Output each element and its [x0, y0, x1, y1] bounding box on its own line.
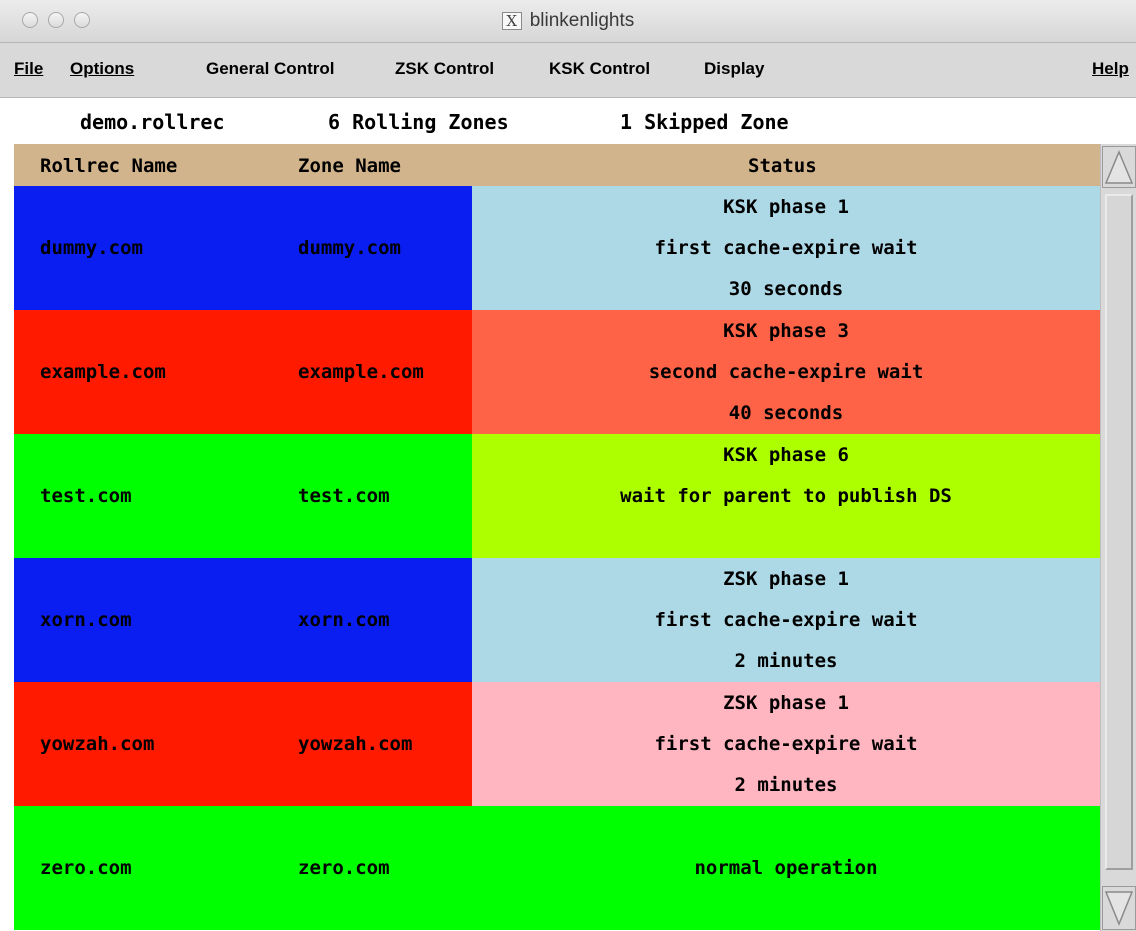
zone-status-table: Rollrec Name Zone Name Status dummy.com d… [14, 144, 1100, 931]
rollrec-name: zero.com [40, 857, 132, 879]
status-line: ZSK phase 1 [723, 692, 849, 714]
zone-name: zero.com [298, 857, 390, 879]
status-cell: KSK phase 6 wait for parent to publish DS [472, 434, 1100, 558]
zone-name-cell: test.com test.com [14, 434, 472, 558]
table-row[interactable]: example.com example.com KSK phase 3 second … [14, 310, 1100, 434]
menu-zsk-control[interactable]: ZSK Control [395, 59, 494, 79]
zone-name-cell: zero.com zero.com [14, 806, 472, 930]
menu-help-label: Help [1092, 59, 1129, 78]
rollrec-name: example.com [40, 361, 166, 383]
status-line: 40 seconds [728, 402, 844, 424]
menu-options[interactable]: Options [70, 59, 134, 79]
menu-options-label: Options [70, 59, 135, 78]
x11-icon: X [501, 12, 522, 30]
scroll-up-arrow-icon[interactable] [1102, 146, 1136, 188]
rollrec-name: test.com [40, 485, 132, 507]
table-row[interactable]: test.com test.com KSK phase 6 wait for pare… [14, 434, 1100, 558]
header-rollrec-name: Rollrec Name [40, 155, 178, 177]
zone-name: dummy.com [298, 237, 401, 259]
summary-bar: demo.rollrec 6 Rolling Zones 1 Skipped Z… [0, 98, 1136, 144]
menu-general-control[interactable]: General Control [206, 59, 334, 79]
header-status: Status [748, 155, 817, 177]
menu-file-label: File [14, 59, 44, 78]
status-line: KSK phase 6 [723, 444, 849, 466]
status-line: first cache-expire wait [654, 733, 918, 755]
status-line: KSK phase 3 [723, 320, 849, 342]
rollrec-name: xorn.com [40, 609, 132, 631]
table-header: Rollrec Name Zone Name Status [14, 144, 1100, 186]
rolling-zones-count: 6 Rolling Zones [328, 110, 509, 134]
status-cell: KSK phase 3 second cache-expire wait 40 se… [472, 310, 1100, 434]
status-line: first cache-expire wait [654, 237, 918, 259]
menu-display[interactable]: Display [704, 59, 764, 79]
window-title: blinkenlights [529, 10, 635, 31]
blinkenlights-window: X blinkenlights File Options General Con… [0, 0, 1136, 931]
rollrec-filename: demo.rollrec [80, 110, 225, 134]
zone-name-cell: dummy.com dummy.com [14, 186, 472, 310]
status-line: first cache-expire wait [654, 609, 918, 631]
rollrec-name: dummy.com [40, 237, 143, 259]
status-cell: KSK phase 1 first cache-expire wait 30 sec… [472, 186, 1100, 310]
zone-name-cell: example.com example.com [14, 310, 472, 434]
scrollbar-thumb[interactable] [1105, 194, 1133, 870]
status-cell: ZSK phase 1 first cache-expire wait 2 minu… [472, 682, 1100, 806]
status-cell: ZSK phase 1 first cache-expire wait 2 minu… [472, 558, 1100, 682]
status-line: 2 minutes [734, 650, 838, 672]
zone-name: yowzah.com [298, 733, 413, 755]
menu-file[interactable]: File [14, 59, 43, 79]
scroll-down-arrow-icon[interactable] [1102, 886, 1136, 930]
zone-name-cell: xorn.com xorn.com [14, 558, 472, 682]
status-line: second cache-expire wait [648, 361, 924, 383]
zone-name-cell: yowzah.com yowzah.com [14, 682, 472, 806]
table-row[interactable]: xorn.com xorn.com ZSK phase 1 first cache-e… [14, 558, 1100, 682]
status-line: KSK phase 1 [723, 196, 849, 218]
window-title-area: X blinkenlights [0, 0, 1136, 42]
menu-help[interactable]: Help [1092, 59, 1129, 79]
status-line: ZSK phase 1 [723, 568, 849, 590]
status-line: 30 seconds [728, 278, 844, 300]
menu-bar: File Options General Control ZSK Control… [0, 43, 1136, 98]
zone-name: example.com [298, 361, 424, 383]
rollrec-name: yowzah.com [40, 733, 155, 755]
menu-ksk-control[interactable]: KSK Control [549, 59, 650, 79]
skipped-zones-count: 1 Skipped Zone [620, 110, 789, 134]
vertical-scrollbar[interactable] [1100, 144, 1136, 931]
zone-name: test.com [298, 485, 390, 507]
table-row[interactable]: yowzah.com yowzah.com ZSK phase 1 first cac… [14, 682, 1100, 806]
zone-name: xorn.com [298, 609, 390, 631]
title-bar[interactable]: X blinkenlights [0, 0, 1136, 43]
status-line: 2 minutes [734, 774, 838, 796]
table-row[interactable]: zero.com zero.com normal operation [14, 806, 1100, 930]
status-line: wait for parent to publish DS [620, 485, 952, 507]
table-row[interactable]: dummy.com dummy.com KSK phase 1 first cache… [14, 186, 1100, 310]
status-cell: normal operation [472, 806, 1100, 930]
header-zone-name: Zone Name [298, 155, 401, 177]
status-line: normal operation [694, 857, 878, 879]
